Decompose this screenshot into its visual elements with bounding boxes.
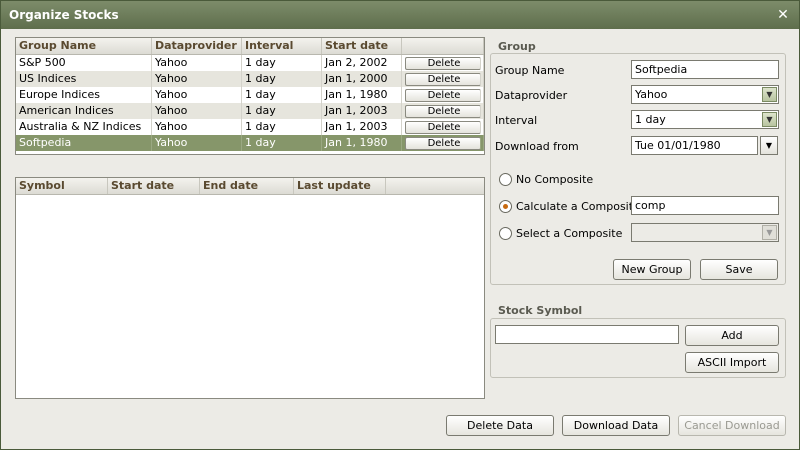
chevron-down-icon: ▼ [762,225,777,240]
column-header-action [402,38,484,54]
delete-data-button[interactable]: Delete Data [446,415,554,436]
interval-select[interactable]: 1 day ▼ [631,110,779,129]
group-name-cell: S&P 500 [16,55,152,71]
interval-cell: 1 day [242,55,322,71]
no-composite-radio[interactable] [499,173,512,186]
save-button[interactable]: Save [700,259,778,280]
chevron-down-icon[interactable]: ▼ [762,112,777,127]
interval-cell: 1 day [242,119,322,135]
add-symbol-button[interactable]: Add [685,325,779,346]
group-name-cell: Europe Indices [16,87,152,103]
start-date-cell: Jan 1, 2003 [322,103,402,119]
group-name-cell: American Indices [16,103,152,119]
start-date-cell: Jan 1, 1980 [322,135,402,151]
download-from-label: Download from [495,140,579,153]
delete-group-button[interactable]: Delete [404,104,481,118]
column-header-dataprovider[interactable]: Dataprovider [152,38,242,54]
delete-group-button[interactable]: Delete [404,56,481,70]
start-date-cell: Jan 1, 2000 [322,71,402,87]
interval-label: Interval [495,114,538,127]
interval-cell: 1 day [242,71,322,87]
close-icon[interactable]: ✕ [775,7,791,23]
column-header-start-date[interactable]: Start date [322,38,402,54]
window-title: Organize Stocks [9,8,119,22]
dataprovider-value: Yahoo [635,88,668,101]
interval-cell: 1 day [242,135,322,151]
column-header-end-date[interactable]: End date [200,178,294,194]
column-header-symbol[interactable]: Symbol [16,178,108,194]
table-row[interactable]: S&P 500 Yahoo 1 day Jan 2, 2002 Delete [16,55,484,71]
download-data-button[interactable]: Download Data [562,415,670,436]
calculate-composite-radio[interactable] [499,200,512,213]
select-composite-label[interactable]: Select a Composite [516,227,622,240]
delete-cell: Delete [402,55,484,71]
start-date-cell: Jan 1, 1980 [322,87,402,103]
delete-cell: Delete [402,87,484,103]
select-composite-radio[interactable] [499,227,512,240]
delete-cell: Delete [402,71,484,87]
organize-stocks-window: Organize Stocks ✕ Group Name Dataprovide… [0,0,800,450]
column-header-interval[interactable]: Interval [242,38,322,54]
dataprovider-cell: Yahoo [152,103,242,119]
group-name-input[interactable]: Softpedia [631,60,779,79]
delete-cell: Delete [402,119,484,135]
stock-symbol-panel-title: Stock Symbol [498,304,583,317]
interval-cell: 1 day [242,87,322,103]
group-name-label: Group Name [495,64,565,77]
dataprovider-cell: Yahoo [152,71,242,87]
download-from-date-input[interactable]: Tue 01/01/1980 [631,136,758,155]
ascii-import-button[interactable]: ASCII Import [685,352,779,373]
column-header-last-update[interactable]: Last update [294,178,386,194]
dataprovider-label: Dataprovider [495,89,568,102]
group-name-cell: US Indices [16,71,152,87]
groups-table-body: S&P 500 Yahoo 1 day Jan 2, 2002 Delete US Ind… [16,55,484,151]
delete-cell: Delete [402,135,484,151]
column-header-start-date[interactable]: Start date [108,178,200,194]
chevron-down-icon[interactable]: ▼ [762,87,777,102]
groups-table: Group Name Dataprovider Interval Start d… [15,37,485,155]
composite-name-input[interactable]: comp [631,196,779,215]
group-name-cell: Softpedia [16,135,152,151]
groups-table-header: Group Name Dataprovider Interval Start d… [16,38,484,55]
dataprovider-select[interactable]: Yahoo ▼ [631,85,779,104]
title-bar[interactable]: Organize Stocks ✕ [1,1,799,29]
cancel-download-button: Cancel Download [678,415,786,436]
dataprovider-cell: Yahoo [152,87,242,103]
table-row[interactable]: Softpedia Yahoo 1 day Jan 1, 1980 Delete [16,135,484,151]
group-name-cell: Australia & NZ Indices [16,119,152,135]
composite-select: ▼ [631,223,779,242]
table-row[interactable]: Australia & NZ Indices Yahoo 1 day Jan 1, 2… [16,119,484,135]
delete-group-button[interactable]: Delete [404,72,481,86]
delete-group-button[interactable]: Delete [404,136,481,150]
group-panel-title: Group [498,40,536,53]
table-row[interactable]: US Indices Yahoo 1 day Jan 1, 2000 Delete [16,71,484,87]
table-row[interactable]: Europe Indices Yahoo 1 day Jan 1, 1980 Delet… [16,87,484,103]
table-row[interactable]: American Indices Yahoo 1 day Jan 1, 2003 Del… [16,103,484,119]
delete-cell: Delete [402,103,484,119]
delete-group-button[interactable]: Delete [404,88,481,102]
dataprovider-cell: Yahoo [152,135,242,151]
interval-cell: 1 day [242,103,322,119]
calculate-composite-label[interactable]: Calculate a Composite [516,200,640,213]
delete-group-button[interactable]: Delete [404,120,481,134]
new-group-button[interactable]: New Group [613,259,691,280]
column-header-group-name[interactable]: Group Name [16,38,152,54]
start-date-cell: Jan 1, 2003 [322,119,402,135]
symbols-table: Symbol Start date End date Last update [15,177,485,399]
no-composite-label[interactable]: No Composite [516,173,593,186]
dataprovider-cell: Yahoo [152,55,242,71]
interval-value: 1 day [635,113,666,126]
symbols-table-header: Symbol Start date End date Last update [16,178,484,195]
calendar-dropdown-icon[interactable]: ▼ [760,136,778,155]
start-date-cell: Jan 2, 2002 [322,55,402,71]
dataprovider-cell: Yahoo [152,119,242,135]
stock-symbol-input[interactable] [495,325,679,344]
